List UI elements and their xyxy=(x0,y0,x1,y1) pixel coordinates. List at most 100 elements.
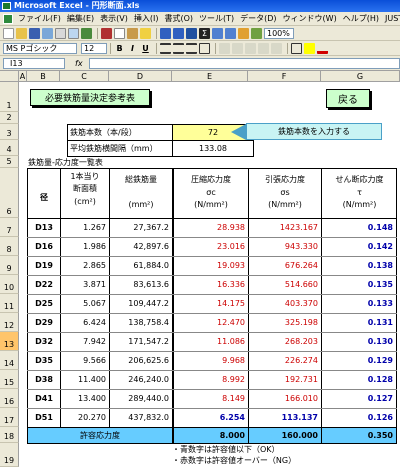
name-box[interactable]: I13 xyxy=(3,57,65,69)
row-header[interactable]: 4 xyxy=(0,140,19,156)
borders-icon[interactable] xyxy=(291,42,302,54)
cell-tensile[interactable]: 113.137 xyxy=(249,409,321,426)
hyperlink-icon[interactable] xyxy=(186,27,197,39)
cell-total-area[interactable]: 246,240.0 xyxy=(110,371,172,388)
font-name-select[interactable]: MS Pゴシック xyxy=(3,42,77,54)
column-header[interactable]: G xyxy=(321,71,400,82)
column-header[interactable]: F xyxy=(248,71,321,82)
cell-compressive[interactable]: 11.086 xyxy=(174,333,248,350)
cell-tensile[interactable]: 192.731 xyxy=(249,371,321,388)
cell-tensile[interactable]: 268.203 xyxy=(249,333,321,350)
cell-total-area[interactable]: 138,758.4 xyxy=(110,314,172,331)
row-header[interactable]: 12 xyxy=(0,313,19,332)
cell-shear[interactable]: 0.148 xyxy=(322,219,396,236)
menu-insert[interactable]: 挿入(I) xyxy=(131,13,162,24)
cell-total-area[interactable]: 27,367.2 xyxy=(110,219,172,236)
cell-diameter[interactable]: D41 xyxy=(28,390,60,407)
spelling-icon[interactable] xyxy=(81,27,92,39)
row-header[interactable]: 11 xyxy=(0,294,19,313)
decrease-decimal-icon[interactable] xyxy=(271,42,282,54)
cell-shear[interactable]: 0.135 xyxy=(322,276,396,293)
row-header[interactable]: 19 xyxy=(0,443,19,467)
cell-tensile[interactable]: 403.370 xyxy=(249,295,321,312)
increase-decimal-icon[interactable] xyxy=(258,42,269,54)
cell-total-area[interactable]: 83,613.6 xyxy=(110,276,172,293)
open-folder-icon[interactable] xyxy=(16,27,27,39)
zoom-select[interactable]: 100% xyxy=(264,27,294,39)
cell-total-area[interactable]: 437,832.0 xyxy=(110,409,172,426)
row-header[interactable]: 2 xyxy=(0,112,19,124)
align-left-icon[interactable] xyxy=(160,42,171,54)
cell-diameter[interactable]: D38 xyxy=(28,371,60,388)
cell-diameter[interactable]: D19 xyxy=(28,257,60,274)
cell-tensile[interactable]: 676.264 xyxy=(249,257,321,274)
cell-compressive[interactable]: 19.093 xyxy=(174,257,248,274)
cell-tensile[interactable]: 166.010 xyxy=(249,390,321,407)
column-header[interactable]: E xyxy=(172,71,248,82)
sort-asc-icon[interactable] xyxy=(212,27,223,39)
comma-style-icon[interactable] xyxy=(245,42,256,54)
font-color-icon[interactable] xyxy=(317,43,328,54)
row-header[interactable]: 5 xyxy=(0,156,19,168)
permission-icon[interactable] xyxy=(42,27,53,39)
back-button[interactable]: 戻る xyxy=(326,89,370,108)
row-header-selected[interactable]: 13 xyxy=(0,332,19,351)
cell-total-area[interactable]: 109,447.2 xyxy=(110,295,172,312)
cell-total-area[interactable]: 206,625.6 xyxy=(110,352,172,369)
currency-icon[interactable] xyxy=(219,42,230,54)
bold-button[interactable]: B xyxy=(114,44,125,53)
menu-data[interactable]: データ(D) xyxy=(237,13,279,24)
cell-tensile[interactable]: 1423.167 xyxy=(249,219,321,236)
cell-diameter[interactable]: D13 xyxy=(28,219,60,236)
cell-unit-area[interactable]: 1.267 xyxy=(61,219,109,236)
row-header[interactable]: 3 xyxy=(0,124,19,140)
cell-tensile[interactable]: 226.274 xyxy=(249,352,321,369)
drawing-icon[interactable] xyxy=(251,27,262,39)
save-icon[interactable] xyxy=(29,27,40,39)
column-header[interactable]: A xyxy=(19,71,27,82)
paste-icon[interactable] xyxy=(127,27,138,39)
cell-tensile[interactable]: 514.660 xyxy=(249,276,321,293)
row-header[interactable]: 15 xyxy=(0,370,19,389)
cell-diameter[interactable]: D16 xyxy=(28,238,60,255)
cut-icon[interactable] xyxy=(101,27,112,39)
copy-icon[interactable] xyxy=(114,27,125,39)
underline-button[interactable]: U xyxy=(140,44,151,53)
autosum-icon[interactable]: Σ xyxy=(199,27,210,39)
menu-file[interactable]: ファイル(F) xyxy=(15,13,64,24)
cell-total-area[interactable]: 171,547.2 xyxy=(110,333,172,350)
menu-justpdf[interactable]: JUST PD xyxy=(382,14,400,23)
cell-shear[interactable]: 0.130 xyxy=(322,333,396,350)
font-size-select[interactable]: 12 xyxy=(81,42,107,54)
cell-shear[interactable]: 0.133 xyxy=(322,295,396,312)
menu-help[interactable]: ヘルプ(H) xyxy=(340,13,382,24)
row-header[interactable]: 7 xyxy=(0,218,19,237)
cell-unit-area[interactable]: 5.067 xyxy=(61,295,109,312)
cell-unit-area[interactable]: 3.871 xyxy=(61,276,109,293)
cell-shear[interactable]: 0.127 xyxy=(322,390,396,407)
cell-shear[interactable]: 0.128 xyxy=(322,371,396,388)
cell-tensile[interactable]: 325.198 xyxy=(249,314,321,331)
align-right-icon[interactable] xyxy=(186,42,197,54)
cell-diameter[interactable]: D51 xyxy=(28,409,60,426)
cell-compressive[interactable]: 28.938 xyxy=(174,219,248,236)
cell-unit-area[interactable]: 2.865 xyxy=(61,257,109,274)
cell-compressive[interactable]: 6.254 xyxy=(174,409,248,426)
menu-window[interactable]: ウィンドウ(W) xyxy=(280,13,340,24)
print-icon[interactable] xyxy=(55,27,66,39)
menu-edit[interactable]: 編集(E) xyxy=(64,13,97,24)
row-header[interactable]: 1 xyxy=(0,82,19,112)
redo-icon[interactable] xyxy=(173,27,184,39)
undo-icon[interactable] xyxy=(160,27,171,39)
row-header[interactable]: 9 xyxy=(0,256,19,275)
format-painter-icon[interactable] xyxy=(140,27,151,39)
column-header[interactable]: C xyxy=(60,71,109,82)
cell-diameter[interactable]: D32 xyxy=(28,333,60,350)
row-header[interactable]: 17 xyxy=(0,408,19,427)
cell-diameter[interactable]: D29 xyxy=(28,314,60,331)
cell-unit-area[interactable]: 1.986 xyxy=(61,238,109,255)
cell-compressive[interactable]: 16.336 xyxy=(174,276,248,293)
cell-diameter[interactable]: D25 xyxy=(28,295,60,312)
cell-unit-area[interactable]: 13.400 xyxy=(61,390,109,407)
row-header[interactable]: 10 xyxy=(0,275,19,294)
